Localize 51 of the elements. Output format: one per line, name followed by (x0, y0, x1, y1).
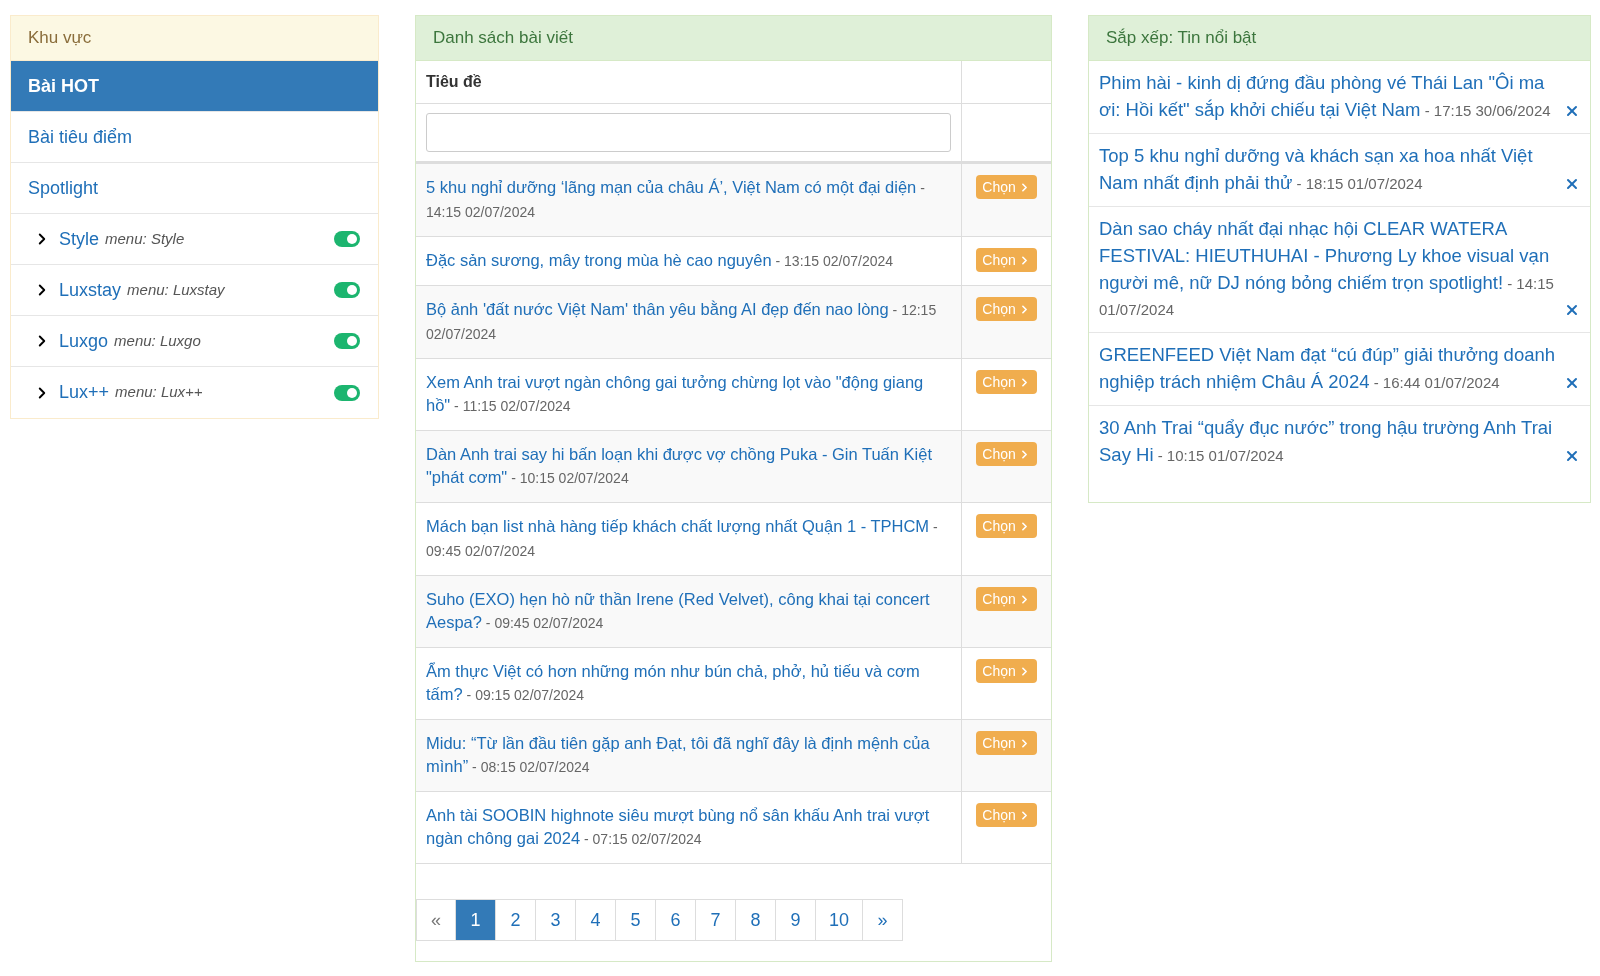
article-entry[interactable]: Suho (EXO) hẹn hò nữ thần Irene (Red Velvet), công khai tại concert Aespa? - 09:45 02/07/2024 (426, 588, 951, 635)
featured-entry[interactable]: 30 Anh Trai “quẩy đục nước” trong hậu trường Anh Trai Say Hi - 10:15 01/07/2024 (1099, 415, 1556, 469)
article-entry[interactable]: Xem Anh trai vượt ngàn chông gai tưởng chừng lọt vào "động giang hồ" - 11:15 02/07/2024 (426, 371, 951, 418)
page-button[interactable]: 2 (496, 899, 536, 941)
featured-entry[interactable]: Dàn sao cháy nhất đại nhạc hội CLEAR WATERA FESTIVAL: HIEUTHUHAI - Phương Ly khoe visual vạn người mê, nữ DJ nóng bỏng chiếm trọn spotlight! - 14:15 01/07/2024 (1099, 216, 1556, 323)
article-entry[interactable]: Midu: “Từ lần đầu tiên gặp anh Đạt, tôi đã nghĩ đây là định mệnh của mình” - 08:15 02/07/2024 (426, 732, 951, 779)
title-filter-field[interactable] (426, 113, 951, 152)
article-entry[interactable]: Mách bạn list nhà hàng tiếp khách chất lượng nhất Quận 1 - TPHCM - 09:45 02/07/2024 (426, 515, 951, 563)
article-entry[interactable]: Đặc sản sương, mây trong mùa hè cao nguyên - 13:15 02/07/2024 (426, 249, 951, 273)
toggle-switch[interactable] (334, 231, 360, 247)
menu-item-label[interactable]: Luxgo (59, 327, 109, 355)
close-icon[interactable] (1564, 448, 1580, 464)
page-button[interactable]: 8 (736, 899, 776, 941)
page-button[interactable]: 9 (776, 899, 816, 941)
close-icon[interactable] (1564, 375, 1580, 391)
page-button[interactable]: 1 (456, 899, 496, 941)
toggle-switch[interactable] (334, 384, 360, 401)
menu-item-label[interactable]: Luxstay (59, 276, 122, 304)
toggle-switch[interactable] (334, 333, 360, 349)
menu-item-label[interactable]: Lux++ (59, 379, 110, 406)
featured-entry[interactable]: Top 5 khu nghỉ dưỡng và khách sạn xa hoa nhất Việt Nam nhất định phải thử - 18:15 01/07/2024 (1099, 143, 1556, 197)
close-icon[interactable] (1564, 302, 1580, 318)
toggle-switch[interactable] (334, 282, 360, 298)
page-button[interactable]: 5 (616, 899, 656, 941)
menu-name: menu: Luxgo (114, 330, 201, 351)
article-entry[interactable]: Ẩm thực Việt có hơn những món như bún chả, phở, hủ tiếu và cơm tấm? - 09:15 02/07/2024 (426, 660, 951, 707)
sidebar-item[interactable]: Bài tiêu điểm (11, 112, 378, 163)
menu-name: menu: Style (105, 228, 185, 249)
page-button[interactable]: 10 (816, 899, 864, 941)
sidebar-item[interactable]: Bài HOT (11, 61, 378, 112)
page-button[interactable]: 7 (696, 899, 736, 941)
article-entry[interactable]: Anh tài SOOBIN highnote siêu mượt bùng nổ sân khấu Anh trai vượt ngàn chông gai 2024 - 07:15 02/07/2024 (426, 804, 951, 851)
menu-name: menu: Luxstay (127, 279, 225, 300)
close-icon[interactable] (1564, 176, 1580, 192)
article-entry[interactable]: Bộ ảnh 'đất nước Việt Nam' thân yêu bằng AI đẹp đến nao lòng - 12:15 02/07/2024 (426, 298, 951, 346)
featured-entry[interactable]: GREENFEED Việt Nam đạt “cú đúp” giải thưởng doanh nghiệp trách nhiệm Châu Á 2024 - 16:44 01/07/2024 (1099, 342, 1556, 396)
featured-entry[interactable]: Phim hài - kinh dị đứng đầu phòng vé Thái Lan "Ôi ma ơi: Hồi kết" sắp khởi chiếu tại Việt Nam - 17:15 30/06/2024 (1099, 70, 1556, 124)
menu-name: menu: Lux++ (115, 382, 203, 403)
panel-heading: Danh sách bài viết (416, 16, 1051, 61)
column-header: Tiêu đề (416, 61, 962, 103)
panel-heading: Khu vực (11, 16, 378, 61)
page-button[interactable]: 4 (576, 899, 616, 941)
menu-item-label[interactable]: Style (59, 225, 100, 253)
page-button[interactable]: 6 (656, 899, 696, 941)
panel-heading: Sắp xếp: Tin nổi bật (1089, 16, 1590, 61)
close-icon[interactable] (1564, 103, 1580, 119)
page-button[interactable]: 3 (536, 899, 576, 941)
next-page-button[interactable]: » (863, 899, 904, 941)
article-entry[interactable]: 5 khu nghỉ dưỡng ‘lãng mạn của châu Á’, Việt Nam có một đại diện - 14:15 02/07/2024 (426, 176, 951, 224)
article-entry[interactable]: Dàn Anh trai say hi bấn loạn khi được vợ chồng Puka - Gin Tuấn Kiệt "phát cơm" - 10:15 02/07/2024 (426, 443, 951, 490)
sidebar-item[interactable]: Spotlight (11, 163, 378, 214)
